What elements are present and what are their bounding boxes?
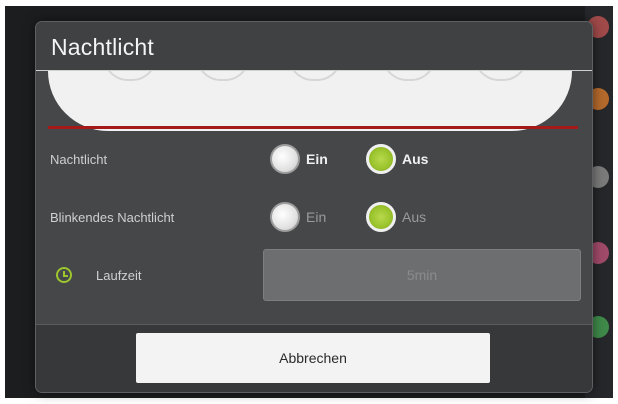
runtime-field[interactable]: 5min xyxy=(263,249,581,301)
header-divider xyxy=(48,126,578,129)
dialog-title-bar: Nachtlicht xyxy=(36,22,592,71)
dialog-title: Nachtlicht xyxy=(51,34,154,60)
nightlight-on-label: Ein xyxy=(306,151,328,167)
nightlight-ring-preview xyxy=(48,71,572,133)
blinking-off-radio[interactable]: Aus xyxy=(366,202,426,232)
ring-light-segment xyxy=(382,71,436,81)
nightlight-label: Nachtlicht xyxy=(50,152,108,167)
nightlight-on-radio[interactable]: Ein xyxy=(270,144,328,174)
blinking-nightlight-label: Blinkendes Nachtlicht xyxy=(50,210,175,225)
cancel-button[interactable]: Abbrechen xyxy=(136,333,490,383)
radio-checked-icon xyxy=(366,202,396,232)
radio-unchecked-icon xyxy=(270,202,300,232)
nightlight-off-radio[interactable]: Aus xyxy=(366,144,428,174)
nightlight-dialog: Nachtlicht Nachtlicht Ein Aus Blinkendes… xyxy=(36,22,592,392)
radio-checked-icon xyxy=(366,144,396,174)
ring-light-segment xyxy=(103,71,157,81)
ring-graphic xyxy=(48,71,572,131)
clock-icon xyxy=(56,267,72,283)
blinking-on-radio[interactable]: Ein xyxy=(270,202,326,232)
ring-light-segment xyxy=(196,71,250,81)
runtime-label: Laufzeit xyxy=(96,268,142,283)
nightlight-row: Nachtlicht Ein Aus xyxy=(36,144,592,174)
blinking-on-label: Ein xyxy=(306,209,327,225)
ring-light-segment xyxy=(288,71,342,81)
radio-unchecked-icon xyxy=(270,144,300,174)
blinking-off-label: Aus xyxy=(402,209,427,225)
nightlight-off-label: Aus xyxy=(402,151,429,167)
blinking-nightlight-row: Blinkendes Nachtlicht Ein Aus xyxy=(36,202,592,232)
dialog-footer: Abbrechen xyxy=(36,324,592,392)
ring-light-segment xyxy=(474,71,528,81)
